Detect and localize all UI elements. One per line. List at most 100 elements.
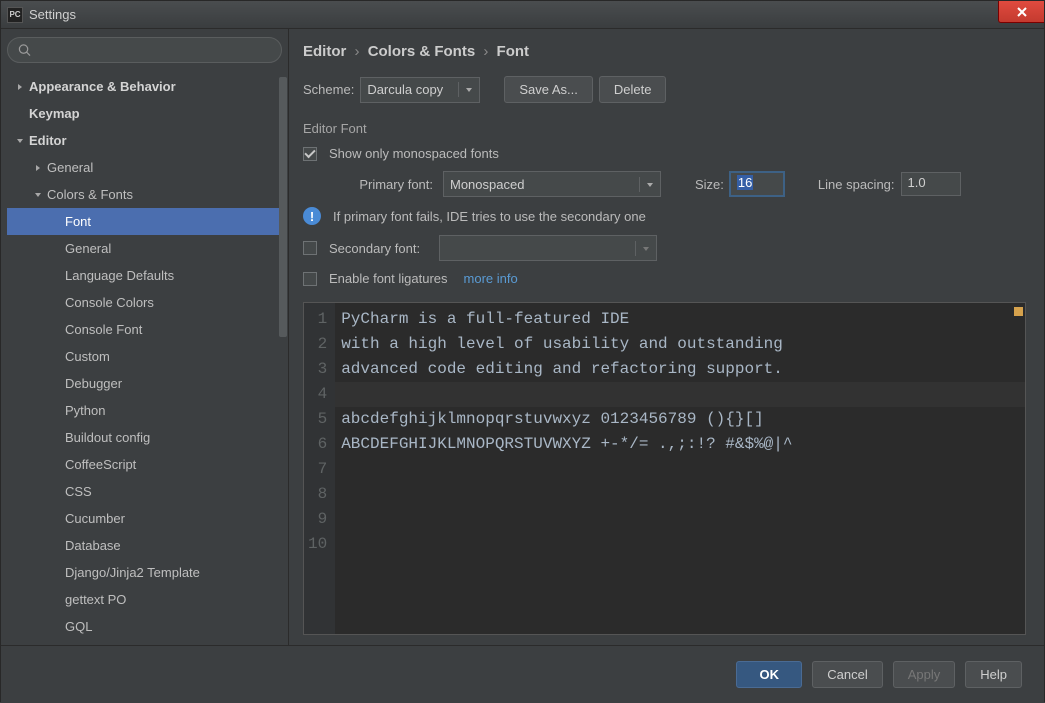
code-line: [335, 382, 1025, 407]
sidebar-item[interactable]: Buildout config: [7, 424, 282, 451]
delete-button[interactable]: Delete: [599, 76, 667, 103]
window-title: Settings: [29, 7, 76, 22]
settings-tree[interactable]: Appearance & Behavior Keymap Editor General…: [7, 73, 282, 641]
code-line: abcdefghijklmnopqrstuvwxyz 0123456789 ()…: [341, 407, 1019, 432]
chevron-right-icon: [13, 83, 27, 91]
chevron-down-icon: [635, 241, 650, 256]
sidebar-item[interactable]: Editor: [7, 127, 282, 154]
apply-button[interactable]: Apply: [893, 661, 956, 688]
gutter-line-number: 8: [308, 482, 327, 507]
ligatures-checkbox[interactable]: [303, 272, 317, 286]
sidebar-item-label: Console Colors: [65, 295, 154, 310]
window-titlebar: PC Settings: [1, 1, 1044, 29]
sidebar-item-label: CoffeeScript: [65, 457, 136, 472]
sidebar-item[interactable]: Python: [7, 397, 282, 424]
sidebar-item-label: GQL: [65, 619, 92, 634]
chevron-right-icon: [31, 164, 45, 172]
primary-font-value: Monospaced: [450, 177, 524, 192]
code-line: PyCharm is a full-featured IDE: [341, 307, 1019, 332]
font-preview-editor[interactable]: 12345678910 PyCharm is a full-featured I…: [303, 302, 1026, 635]
sidebar-item[interactable]: Keymap: [7, 100, 282, 127]
primary-font-select[interactable]: Monospaced: [443, 171, 661, 197]
sidebar-item-label: Buildout config: [65, 430, 150, 445]
sidebar-item[interactable]: GQL: [7, 613, 282, 640]
scheme-select[interactable]: Darcula copy: [360, 77, 480, 103]
chevron-right-icon: ›: [483, 43, 488, 60]
sidebar-item[interactable]: Language Defaults: [7, 262, 282, 289]
search-input-container[interactable]: [7, 37, 282, 63]
main-panel: Editor › Colors & Fonts › Font Scheme: D…: [289, 29, 1044, 645]
chevron-right-icon: ›: [355, 43, 360, 60]
sidebar-item-label: Console Font: [65, 322, 142, 337]
monospaced-label: Show only monospaced fonts: [329, 146, 499, 161]
scrollbar-thumb[interactable]: [279, 77, 287, 337]
sidebar-item[interactable]: Database: [7, 532, 282, 559]
chevron-down-icon: [639, 177, 654, 192]
editor-code: PyCharm is a full-featured IDEwith a hig…: [335, 303, 1025, 634]
sidebar-item-label: General: [65, 241, 111, 256]
secondary-font-label: Secondary font:: [329, 241, 433, 256]
line-spacing-input[interactable]: 1.0: [901, 172, 961, 196]
dialog-footer: OK Cancel Apply Help: [1, 645, 1044, 703]
monospaced-checkbox[interactable]: [303, 147, 317, 161]
gutter-line-number: 1: [308, 307, 327, 332]
sidebar-item-label: Database: [65, 538, 121, 553]
editor-gutter: 12345678910: [304, 303, 335, 634]
gutter-line-number: 7: [308, 457, 327, 482]
sidebar-item[interactable]: Console Font: [7, 316, 282, 343]
save-as-button[interactable]: Save As...: [504, 76, 593, 103]
sidebar-item[interactable]: gettext PO: [7, 586, 282, 613]
secondary-font-checkbox[interactable]: [303, 241, 317, 255]
chevron-down-icon: [31, 191, 45, 199]
breadcrumb-part: Font: [497, 43, 529, 60]
sidebar-item[interactable]: General: [7, 235, 282, 262]
scheme-value: Darcula copy: [367, 82, 443, 97]
code-line: advanced code editing and refactoring su…: [341, 357, 1019, 382]
sidebar-scrollbar[interactable]: [279, 77, 287, 637]
sidebar-item[interactable]: Custom: [7, 343, 282, 370]
breadcrumb: Editor › Colors & Fonts › Font: [303, 43, 1026, 60]
sidebar-item[interactable]: Appearance & Behavior: [7, 73, 282, 100]
help-button[interactable]: Help: [965, 661, 1022, 688]
sidebar-item-label: Keymap: [29, 106, 80, 121]
sidebar-item-label: Python: [65, 403, 105, 418]
ok-button[interactable]: OK: [736, 661, 802, 688]
primary-font-label: Primary font:: [343, 177, 433, 192]
info-icon: !: [303, 207, 321, 225]
sidebar-item-label: Editor: [29, 133, 67, 148]
chevron-down-icon: [13, 137, 27, 145]
sidebar-item[interactable]: CSS: [7, 478, 282, 505]
close-button[interactable]: [998, 1, 1044, 23]
sidebar-item[interactable]: CoffeeScript: [7, 451, 282, 478]
cancel-button[interactable]: Cancel: [812, 661, 882, 688]
sidebar-item-label: Cucumber: [65, 511, 125, 526]
line-spacing-label: Line spacing:: [818, 177, 895, 192]
sidebar-item[interactable]: Debugger: [7, 370, 282, 397]
search-icon: [18, 43, 31, 57]
sidebar-item-label: Language Defaults: [65, 268, 174, 283]
code-line: [341, 457, 1019, 482]
sidebar-item[interactable]: Console Colors: [7, 289, 282, 316]
more-info-link[interactable]: more info: [464, 271, 518, 286]
gutter-line-number: 3: [308, 357, 327, 382]
editor-font-section-title: Editor Font: [303, 121, 1026, 136]
code-line: ABCDEFGHIJKLMNOPQRSTUVWXYZ +-*/= .,;:!? …: [341, 432, 1019, 457]
size-value: 16: [737, 175, 753, 190]
size-input[interactable]: 16: [730, 172, 784, 196]
code-line: [341, 482, 1019, 507]
sidebar-item-label: Django/Jinja2 Template: [65, 565, 200, 580]
sidebar-item[interactable]: Django/Jinja2 Template: [7, 559, 282, 586]
code-line: [341, 532, 1019, 557]
gutter-line-number: 2: [308, 332, 327, 357]
sidebar-item[interactable]: Cucumber: [7, 505, 282, 532]
size-label: Size:: [695, 177, 724, 192]
sidebar-item[interactable]: Colors & Fonts: [7, 181, 282, 208]
secondary-font-select[interactable]: [439, 235, 657, 261]
sidebar-item-label: Appearance & Behavior: [29, 79, 176, 94]
search-input[interactable]: [37, 43, 271, 58]
warning-marker-icon: [1014, 307, 1023, 316]
sidebar-item-label: Colors & Fonts: [47, 187, 133, 202]
sidebar-item[interactable]: Font: [7, 208, 282, 235]
sidebar-item[interactable]: General: [7, 154, 282, 181]
chevron-down-icon: [458, 82, 473, 97]
